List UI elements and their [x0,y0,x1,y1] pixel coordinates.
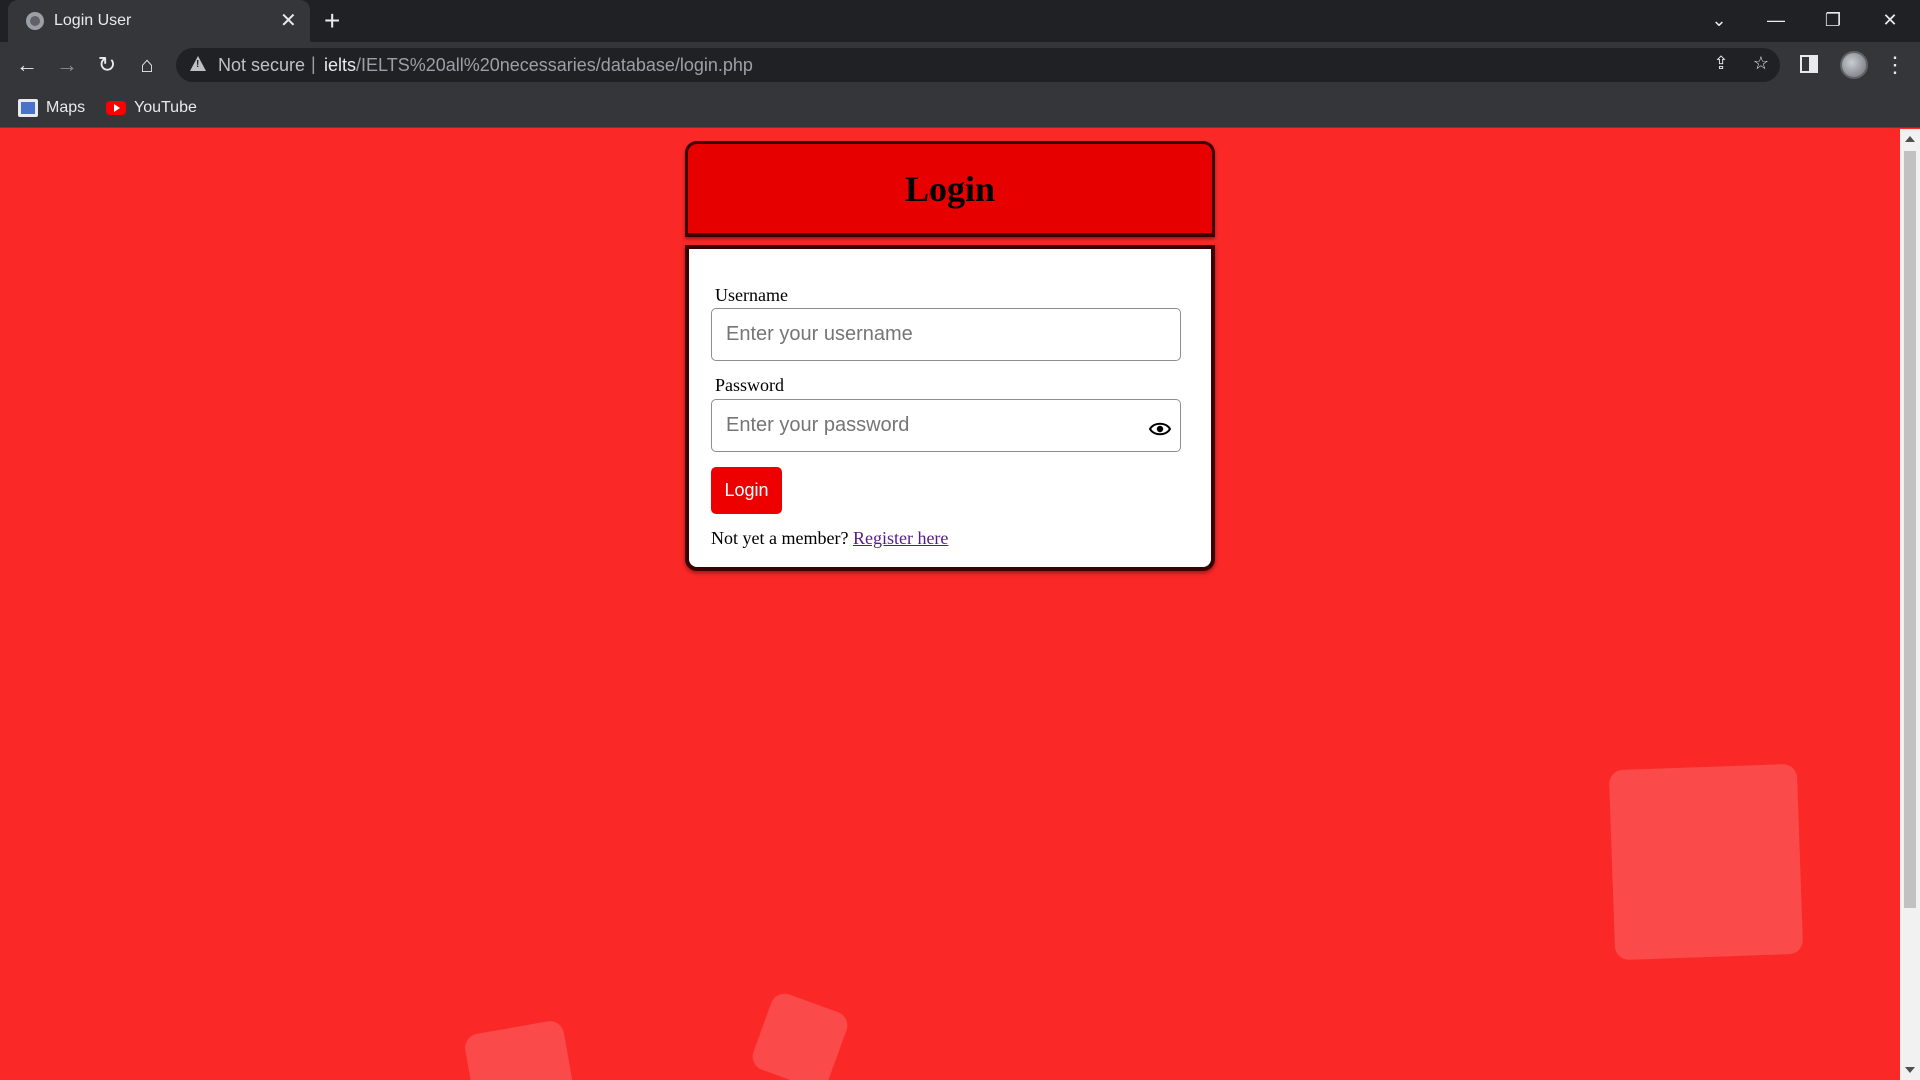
page-title: Login [904,169,996,209]
password-label: Password [715,375,785,395]
omnibox-separator: | [311,54,316,74]
globe-icon [26,12,44,30]
tab-title: Login User [54,12,132,29]
share-icon[interactable]: ⇪ [1708,53,1734,77]
login-header: Login [685,141,1215,237]
close-window-button[interactable]: ✕ [1870,6,1910,34]
bookmark-label: Maps [46,99,86,116]
forward-button[interactable]: → [52,50,82,80]
password-input[interactable] [711,399,1181,452]
register-prompt: Not yet a member? Register here [711,528,948,549]
browser-toolbar: ← → ↻ ⌂ Not secure | ielts/IELTS%20all%2… [0,42,1920,88]
address-bar[interactable]: Not secure | ielts/IELTS%20all%20necessa… [176,48,1780,82]
username-label: Username [715,285,788,305]
url-host: ielts [324,55,357,75]
bookmark-label: YouTube [134,99,197,116]
bookmark-maps[interactable]: Maps [18,96,88,120]
reload-button[interactable]: ↻ [92,50,122,80]
tab-strip: Login User ✕ + ⌄ — ❐ ✕ [0,0,1920,42]
login-form: Username Password Login Not yet a member… [685,245,1215,571]
bookmark-star-icon[interactable]: ☆ [1748,53,1774,77]
url-text[interactable]: ielts/IELTS%20all%20necessaries/database… [324,55,753,76]
side-panel-icon[interactable] [1800,55,1818,73]
maps-icon [18,99,38,117]
page-viewport: Login Username Password Login Not yet a … [0,129,1900,1080]
decorative-square [1608,763,1804,961]
username-input[interactable] [711,308,1181,361]
security-status[interactable]: Not secure [218,55,305,76]
restore-button[interactable]: ❐ [1813,6,1853,34]
register-link[interactable]: Register here [853,528,948,548]
tab-close-icon[interactable]: ✕ [280,9,297,33]
youtube-icon [106,101,126,115]
page-scrollbar[interactable] [1900,129,1920,1080]
tab-login-user[interactable]: Login User ✕ [8,0,310,42]
decorative-square [748,989,852,1080]
minimize-button[interactable]: — [1756,6,1796,34]
back-button[interactable]: ← [12,50,42,80]
register-prompt-text: Not yet a member? [711,528,849,548]
login-button[interactable]: Login [711,467,782,514]
bookmark-youtube[interactable]: YouTube [106,96,197,120]
warning-icon[interactable] [190,56,206,71]
tab-search-dropdown-icon[interactable]: ⌄ [1699,6,1739,34]
bookmarks-bar: Maps YouTube [0,88,1920,128]
chrome-menu-icon[interactable]: ⋮ [1884,50,1906,80]
scroll-up-arrow-icon[interactable] [1905,136,1915,142]
show-password-icon[interactable] [1149,422,1171,436]
profile-avatar[interactable] [1840,51,1868,79]
url-path: /IELTS%20all%20necessaries/database/logi… [356,55,753,75]
scroll-down-arrow-icon[interactable] [1905,1067,1915,1073]
home-button[interactable]: ⌂ [132,50,162,80]
decorative-square [462,1019,578,1080]
new-tab-button[interactable]: + [324,6,340,36]
scrollbar-thumb[interactable] [1904,151,1916,908]
